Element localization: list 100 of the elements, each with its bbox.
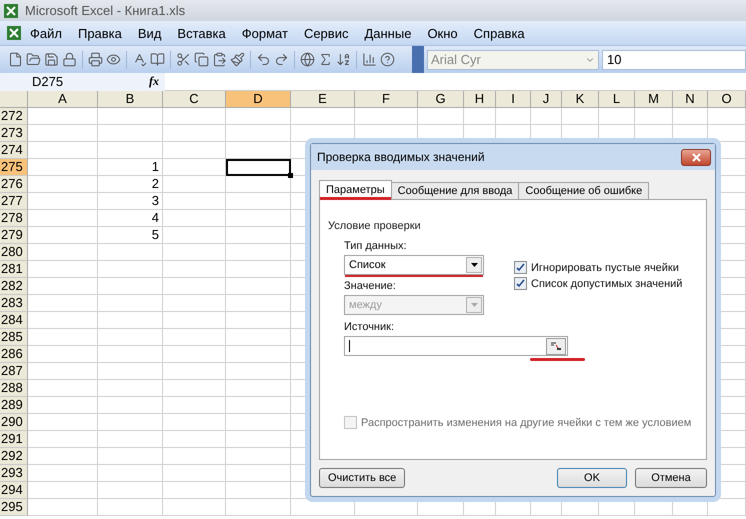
- font-size-field[interactable]: 10: [602, 50, 746, 70]
- copy-icon[interactable]: [194, 52, 209, 67]
- menu-item[interactable]: Вид: [130, 26, 170, 40]
- sheet-cell[interactable]: [98, 261, 163, 278]
- sheet-cell[interactable]: [28, 329, 98, 346]
- sheet-cell[interactable]: [226, 227, 291, 244]
- sheet-cell[interactable]: [163, 329, 226, 346]
- row-header[interactable]: 289: [0, 397, 28, 414]
- row-header[interactable]: 286: [0, 346, 28, 363]
- row-header[interactable]: 273: [0, 125, 28, 142]
- help-icon[interactable]: [380, 52, 395, 67]
- sheet-cell[interactable]: [98, 108, 163, 125]
- sheet-cell[interactable]: [98, 363, 163, 380]
- sheet-cell[interactable]: [28, 159, 98, 176]
- sheet-cell[interactable]: [28, 210, 98, 227]
- sheet-cell[interactable]: [28, 261, 98, 278]
- sheet-cell[interactable]: [291, 108, 355, 125]
- menu-item[interactable]: Справка: [466, 26, 533, 40]
- sheet-cell[interactable]: [163, 295, 226, 312]
- sheet-cell[interactable]: [163, 210, 226, 227]
- sheet-cell[interactable]: [163, 465, 226, 482]
- sheet-cell[interactable]: [98, 346, 163, 363]
- column-header[interactable]: K: [562, 91, 599, 108]
- sheet-cell[interactable]: [226, 363, 291, 380]
- sheet-cell[interactable]: [226, 380, 291, 397]
- select-all-corner[interactable]: [0, 91, 28, 108]
- sheet-cell[interactable]: [163, 227, 226, 244]
- row-header[interactable]: 277: [0, 193, 28, 210]
- sheet-cell[interactable]: [98, 312, 163, 329]
- row-header[interactable]: 272: [0, 108, 28, 125]
- sheet-cell[interactable]: [163, 431, 226, 448]
- sheet-cell[interactable]: [28, 193, 98, 210]
- sheet-cell[interactable]: [226, 142, 291, 159]
- sheet-cell[interactable]: [226, 448, 291, 465]
- sheet-cell[interactable]: [98, 380, 163, 397]
- row-header[interactable]: 292: [0, 448, 28, 465]
- sheet-cell[interactable]: [635, 108, 673, 125]
- paste-icon[interactable]: [212, 52, 227, 67]
- sheet-cell[interactable]: [226, 193, 291, 210]
- sheet-cell[interactable]: [98, 482, 163, 499]
- sheet-cell[interactable]: [226, 397, 291, 414]
- sheet-cell[interactable]: [98, 499, 163, 516]
- checkbox[interactable]: [514, 277, 527, 290]
- sheet-cell[interactable]: [163, 193, 226, 210]
- sheet-cell[interactable]: [163, 244, 226, 261]
- preview-icon[interactable]: [106, 52, 121, 67]
- sheet-cell[interactable]: [28, 482, 98, 499]
- sheet-cell[interactable]: [226, 499, 291, 516]
- sheet-cell[interactable]: [163, 176, 226, 193]
- sheet-cell[interactable]: [28, 380, 98, 397]
- sheet-cell[interactable]: [163, 261, 226, 278]
- sheet-cell[interactable]: [226, 278, 291, 295]
- menu-item[interactable]: Вставка: [169, 26, 234, 40]
- row-header[interactable]: 294: [0, 482, 28, 499]
- sheet-cell[interactable]: [163, 482, 226, 499]
- tab[interactable]: Сообщение для ввода: [390, 182, 520, 200]
- sheet-cell[interactable]: [28, 312, 98, 329]
- sheet-cell[interactable]: [226, 329, 291, 346]
- sheet-cell[interactable]: [98, 448, 163, 465]
- menu-item[interactable]: Правка: [70, 26, 130, 40]
- sheet-cell[interactable]: [28, 448, 98, 465]
- column-header[interactable]: B: [98, 91, 163, 108]
- chart-icon[interactable]: [362, 52, 377, 67]
- sheet-cell[interactable]: [163, 278, 226, 295]
- row-header[interactable]: 288: [0, 380, 28, 397]
- sheet-cell[interactable]: [163, 380, 226, 397]
- tab[interactable]: Параметры: [319, 180, 392, 200]
- column-header[interactable]: F: [355, 91, 418, 108]
- sheet-cell[interactable]: [28, 142, 98, 159]
- undo-icon[interactable]: [256, 52, 271, 67]
- column-header[interactable]: A: [28, 91, 98, 108]
- row-header[interactable]: 295: [0, 499, 28, 516]
- cancel-button[interactable]: Отмена: [635, 468, 707, 488]
- sheet-cell[interactable]: [163, 108, 226, 125]
- sheet-cell[interactable]: [226, 210, 291, 227]
- sheet-cell[interactable]: [355, 108, 418, 125]
- sheet-cell[interactable]: [599, 108, 635, 125]
- row-header[interactable]: 285: [0, 329, 28, 346]
- sheet-cell[interactable]: [28, 431, 98, 448]
- sheet-cell[interactable]: [98, 465, 163, 482]
- sheet-cell[interactable]: [28, 227, 98, 244]
- row-header[interactable]: 278: [0, 210, 28, 227]
- sheet-cell[interactable]: [226, 312, 291, 329]
- checkbox[interactable]: [514, 261, 527, 274]
- tab[interactable]: Сообщение об ошибке: [518, 182, 650, 200]
- sheet-cell[interactable]: [226, 261, 291, 278]
- row-header[interactable]: 290: [0, 414, 28, 431]
- sheet-cell[interactable]: [226, 482, 291, 499]
- sheet-cell[interactable]: [28, 176, 98, 193]
- sheet-cell[interactable]: [226, 176, 291, 193]
- sheet-cell[interactable]: [226, 414, 291, 431]
- book-icon[interactable]: [150, 52, 165, 67]
- sheet-cell[interactable]: [98, 397, 163, 414]
- sheet-cell[interactable]: [163, 397, 226, 414]
- sheet-cell[interactable]: [226, 346, 291, 363]
- sheet-cell[interactable]: [28, 397, 98, 414]
- sheet-cell[interactable]: [163, 125, 226, 142]
- row-header[interactable]: 291: [0, 431, 28, 448]
- sheet-cell[interactable]: [163, 312, 226, 329]
- sheet-cell[interactable]: [163, 159, 226, 176]
